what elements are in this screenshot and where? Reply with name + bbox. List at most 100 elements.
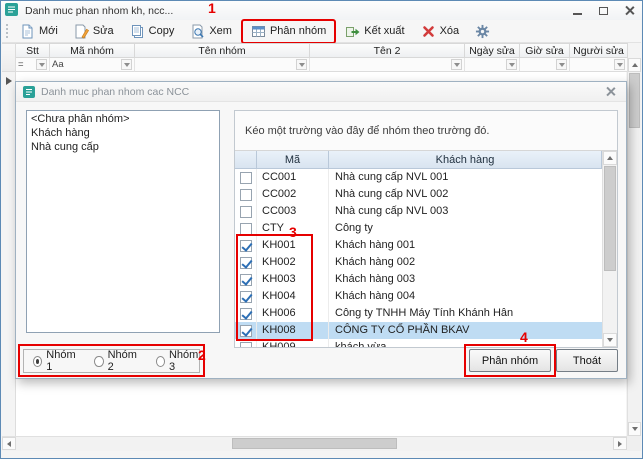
phan-nhom-toolbar-button[interactable]: Phân nhóm [244,21,333,42]
filter-aa-label: Aa [52,59,64,70]
filter-cell-gio-sua[interactable] [520,58,570,72]
new-button-label: Mới [39,25,58,37]
table-row[interactable]: KH003 Khách hàng 003 [235,271,602,288]
row-checkbox[interactable] [240,189,252,201]
scroll-down-button[interactable] [628,422,641,436]
vertical-scroll-thumb[interactable] [629,73,640,128]
filter-cell-nguoi-sua[interactable] [570,58,628,72]
dialog-title: Danh muc phan nhom cac NCC [41,86,189,98]
filter-icon[interactable] [614,59,625,70]
window-bottom-edge [2,451,641,457]
checkbox-column-header[interactable] [235,151,257,169]
dialog-vertical-scrollbar[interactable] [602,151,617,347]
current-row-arrow-icon [6,77,12,85]
phan-nhom-button[interactable]: Phân nhóm [469,349,551,372]
radio-nhom-3[interactable]: Nhóm 3 [156,349,200,373]
maximize-button[interactable] [590,1,616,20]
delete-button[interactable]: Xóa [414,21,467,42]
table-row[interactable]: KH006 Công ty TNHH Máy Tính Khánh Hân [235,305,602,322]
group-listbox[interactable]: <Chưa phân nhóm> Khách hàng Nhà cung cấp [26,110,220,333]
copy-button-label: Copy [149,25,175,37]
filter-icon[interactable] [451,59,462,70]
filter-cell-ma-nhom[interactable]: Aa [50,58,135,72]
column-header-ten-2[interactable]: Tên 2 [310,43,465,58]
group-by-hint[interactable]: Kéo một trường vào đây để nhóm theo trườ… [235,111,617,151]
radio-nhom-1-label: Nhóm 1 [46,349,77,373]
table-row[interactable]: CC001 Nhà cung cấp NVL 001 [235,169,602,186]
row-checkbox[interactable] [240,274,252,286]
export-button[interactable]: Kết xuất [338,21,411,42]
table-row[interactable]: KH004 Khách hàng 004 [235,288,602,305]
filter-cell-ngay-sua[interactable] [465,58,520,72]
grid-corner-cell [2,43,16,72]
close-icon [605,86,616,97]
column-header-ma-nhom[interactable]: Mã nhóm [50,43,135,58]
radio-nhom-2[interactable]: Nhóm 2 [94,349,138,373]
scroll-up-button[interactable] [628,58,641,72]
table-row[interactable]: KH002 Khách hàng 002 [235,254,602,271]
column-header-gio-sua[interactable]: Giờ sửa [520,43,570,58]
table-row[interactable]: KH009 khách vừa [235,339,602,347]
thoat-button[interactable]: Thoát [556,349,618,372]
filter-cell-stt[interactable]: = [16,58,50,72]
column-header-ma[interactable]: Mã [257,151,329,169]
gear-icon [475,24,490,39]
row-checkbox[interactable] [240,325,252,337]
dialog-scroll-thumb[interactable] [604,166,616,271]
table-row[interactable]: CC002 Nhà cung cấp NVL 002 [235,186,602,203]
row-name-cell: Khách hàng 003 [329,271,602,288]
row-checkbox[interactable] [240,342,252,348]
row-code-cell: KH006 [257,305,329,322]
maximize-icon [599,7,608,15]
dialog-icon [23,86,35,98]
column-header-ngay-sua[interactable]: Ngày sửa [465,43,520,58]
view-button[interactable]: Xem [183,21,239,42]
edit-button[interactable]: Sửa [67,21,121,42]
row-checkbox[interactable] [240,240,252,252]
close-button[interactable] [616,1,642,20]
filter-icon[interactable] [121,59,132,70]
column-header-nguoi-sua[interactable]: Người sửa [570,43,628,58]
radio-nhom-2-label: Nhóm 2 [108,349,139,373]
row-name-cell: Công ty [329,220,602,237]
row-code-cell: CC001 [257,169,329,186]
settings-button[interactable] [468,21,497,42]
horizontal-scroll-thumb[interactable] [232,438,397,449]
list-item-khach-hang[interactable]: Khách hàng [31,126,215,140]
row-checkbox[interactable] [240,223,252,235]
vertical-scrollbar[interactable] [627,58,641,436]
column-header-khach-hang[interactable]: Khách hàng [329,151,602,169]
list-item-chua-phan-nhom[interactable]: <Chưa phân nhóm> [31,112,215,126]
titlebar: Danh muc phan nhom kh, ncc... [1,1,642,20]
scroll-left-button[interactable] [2,437,16,450]
radio-icon [94,356,103,367]
filter-icon[interactable] [36,59,47,70]
table-row[interactable]: CC003 Nhà cung cấp NVL 003 [235,203,602,220]
dialog-close-button[interactable] [601,84,619,100]
copy-button[interactable]: Copy [123,21,182,42]
row-checkbox[interactable] [240,291,252,303]
new-button[interactable]: Mới [13,21,65,42]
filter-icon[interactable] [556,59,567,70]
horizontal-scrollbar[interactable] [2,436,627,451]
radio-nhom-1[interactable]: Nhóm 1 [33,349,77,373]
row-name-cell: CÔNG TY CỔ PHẦN BKAV [329,322,602,339]
column-header-ten-nhom[interactable]: Tên nhóm [135,43,310,58]
row-checkbox[interactable] [240,257,252,269]
scroll-right-button[interactable] [613,437,627,450]
minimize-button[interactable] [564,1,590,20]
row-checkbox[interactable] [240,308,252,320]
table-row[interactable]: KH008 CÔNG TY CỔ PHẦN BKAV [235,322,602,339]
row-checkbox[interactable] [240,206,252,218]
row-checkbox[interactable] [240,172,252,184]
scroll-down-button[interactable] [603,333,617,347]
filter-icon[interactable] [506,59,517,70]
delete-button-label: Xóa [440,25,460,37]
filter-cell-ten-2[interactable] [310,58,465,72]
annotation-box-step1: Phân nhóm [241,19,336,44]
scroll-up-button[interactable] [603,151,617,165]
list-item-nha-cung-cap[interactable]: Nhà cung cấp [31,140,215,154]
filter-cell-ten-nhom[interactable] [135,58,310,72]
column-header-stt[interactable]: Stt [16,43,50,58]
filter-icon[interactable] [296,59,307,70]
